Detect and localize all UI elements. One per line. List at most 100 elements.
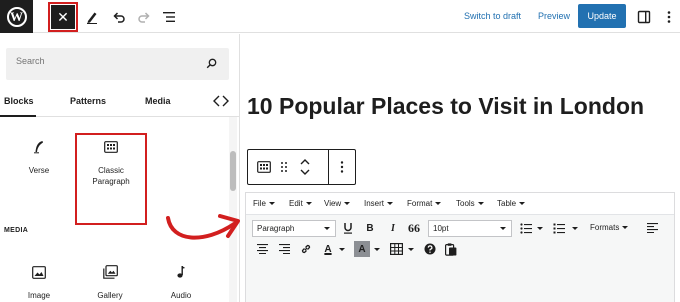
select-value: Paragraph [257,224,295,233]
italic-icon: I [391,222,395,234]
menu-tools[interactable]: Tools [456,199,484,208]
chevron-down-icon[interactable] [572,227,578,230]
numbered-list-icon [553,223,565,233]
align-right-button[interactable] [276,241,292,257]
menu-file[interactable]: File [253,199,275,208]
bold-icon: B [366,222,374,234]
menu-label: Edit [289,199,303,208]
chevron-down-icon [324,227,330,230]
numbered-list-button[interactable] [551,220,567,236]
move-block-buttons[interactable] [294,150,316,184]
block-label: Audio [170,291,192,300]
background-color-button[interactable]: A [354,241,370,257]
menu-view[interactable]: View [324,199,351,208]
bold-button[interactable]: B [362,220,378,236]
more-vertical-icon [667,11,671,23]
redo-button[interactable] [133,6,155,28]
italic-button[interactable]: I [385,220,401,236]
media-category-heading: MEDIA [4,227,29,234]
insert-link-button[interactable] [298,241,314,257]
collapse-panel-icon[interactable] [212,93,230,109]
menu-label: View [324,199,342,208]
link-icon [301,244,311,254]
select-value: 10pt [433,224,449,233]
update-button[interactable]: Update [578,4,626,28]
more-vertical-icon [340,161,344,173]
menu-label: File [253,199,266,208]
chevron-down-icon[interactable] [408,248,414,251]
block-audio[interactable]: Audio [150,262,212,301]
table-button[interactable] [388,241,404,257]
classic-menubar: File Edit View Insert Format Tools Table [246,193,674,215]
align-left-button[interactable] [644,220,660,236]
close-inserter-button[interactable]: ✕ [48,2,78,32]
drag-handle[interactable] [276,150,292,184]
block-type-button[interactable] [252,150,276,184]
options-menu-button[interactable] [658,6,680,28]
text-color-button[interactable]: A [320,241,336,257]
chevron-down-icon [387,202,394,206]
pencil-icon [87,12,97,24]
help-icon [424,243,436,255]
tab-patterns[interactable]: Patterns [70,96,106,106]
block-options-button[interactable] [330,150,354,184]
chevron-down-icon [268,202,275,206]
menu-insert[interactable]: Insert [364,199,394,208]
classic-icon [257,161,271,173]
chevron-down-icon[interactable] [374,248,380,251]
block-image[interactable]: Image [8,262,70,301]
font-size-select[interactable]: 10pt [428,220,512,237]
settings-sidebar-button[interactable] [633,6,655,28]
help-button[interactable] [422,241,438,257]
audio-icon [177,266,186,278]
paragraph-format-select[interactable]: Paragraph [252,220,336,237]
search-icon[interactable] [206,58,217,69]
menu-label: Table [497,199,517,208]
underline-icon [344,223,352,234]
menu-table[interactable]: Table [497,199,526,208]
paste-as-text-button[interactable] [443,241,459,257]
document-overview-button[interactable] [158,6,180,28]
underline-button[interactable] [340,220,356,236]
chevron-down-icon [435,202,442,206]
switch-to-draft-link[interactable]: Switch to draft [464,11,521,21]
chevron-down-icon[interactable] [339,248,345,251]
block-verse[interactable]: Verse [8,137,70,176]
chevron-down-icon [622,226,629,230]
chevron-down-icon [477,202,484,206]
inserter-scrollbar-thumb[interactable] [230,151,236,191]
inserter-tabs: Blocks Patterns Media [0,87,239,117]
classic-editor: File Edit View Insert Format Tools Table… [245,192,675,302]
menu-label: Tools [456,199,475,208]
tools-button[interactable] [81,6,103,28]
block-label: Verse [28,166,50,175]
redo-icon [138,12,150,23]
wordpress-logo-button[interactable]: W [0,0,33,33]
verse-icon [34,141,43,154]
tab-media[interactable]: Media [145,96,171,106]
chevron-down-icon[interactable] [537,227,543,230]
menu-format[interactable]: Format [407,199,442,208]
block-label: Gallery [97,291,123,300]
bullet-list-button[interactable] [518,220,534,236]
search-input[interactable] [16,56,196,66]
chevron-up-down-icon [300,159,310,175]
tab-blocks[interactable]: Blocks [4,96,34,106]
menu-edit[interactable]: Edit [289,199,312,208]
toolbar-divider [328,150,329,184]
menu-label: Insert [364,199,385,208]
post-title[interactable]: 10 Popular Places to Visit in London [247,93,644,120]
preview-link[interactable]: Preview [538,11,570,21]
table-icon [389,243,403,255]
blockquote-button[interactable]: 66 [406,220,422,236]
image-icon [32,265,46,279]
align-center-button[interactable] [254,241,270,257]
formats-menu[interactable]: Formats [590,223,629,232]
close-icon: ✕ [57,8,69,25]
list-view-icon [163,12,175,22]
block-gallery[interactable]: Gallery [79,262,141,301]
block-toolbar [247,149,356,185]
paste-icon [445,242,457,256]
text-color-icon: A [324,243,332,255]
undo-button[interactable] [108,6,130,28]
